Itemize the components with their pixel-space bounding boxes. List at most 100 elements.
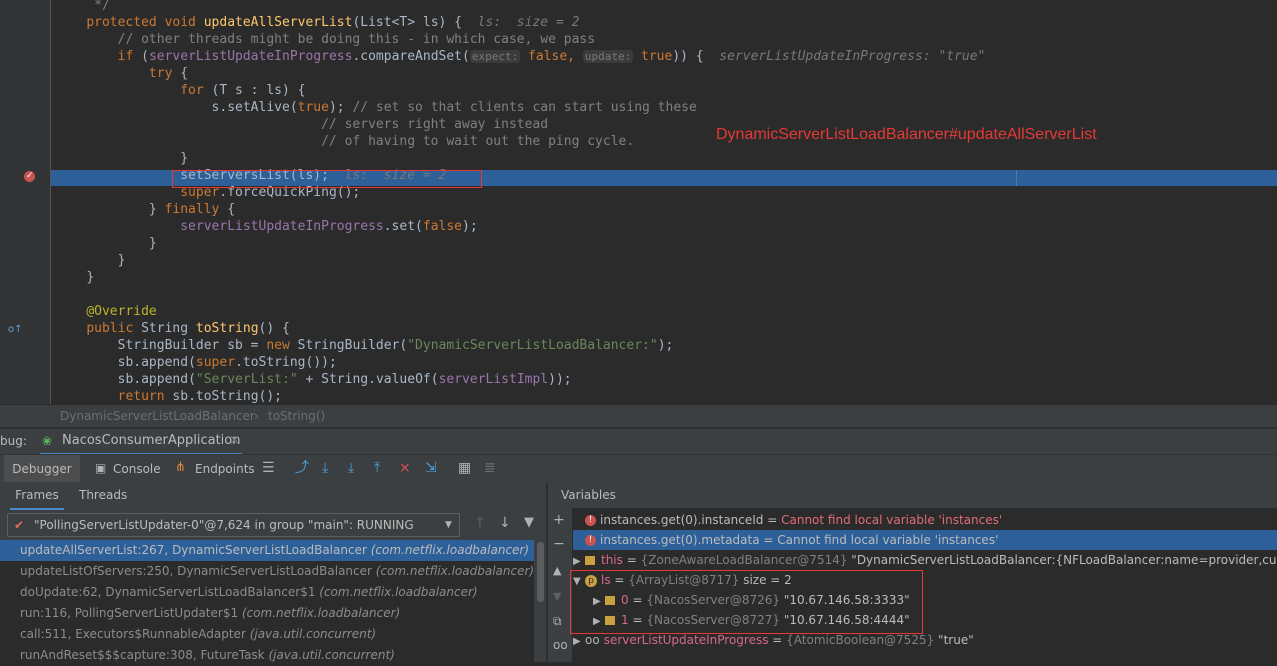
tab-debugger[interactable]: Debugger (4, 455, 80, 483)
expand-arrow-icon[interactable]: ▶ (573, 632, 585, 652)
step-out-icon[interactable]: ⤒ (374, 460, 380, 476)
frame-row[interactable]: updateListOfServers:250, DynamicServerLi… (0, 561, 534, 582)
filter-icon[interactable]: ▼ (524, 515, 534, 530)
code-line[interactable]: // servers right away instead (55, 116, 548, 133)
watch-row-instanceid[interactable]: ! instances.get(0).instanceId = Cannot fi… (573, 510, 1277, 530)
breadcrumb-method[interactable]: toString() (268, 405, 325, 427)
editor-gutter[interactable] (0, 0, 50, 404)
frame-row[interactable]: doUpdate:62, DynamicServerListLoadBalanc… (0, 582, 534, 603)
watches-glasses-icon[interactable]: oo (553, 638, 568, 652)
arrow-up-icon[interactable]: ↑ (474, 515, 486, 531)
show-execution-point-icon[interactable]: ⤴ (295, 460, 309, 476)
code-token: false, (520, 49, 583, 64)
code-token: expect: (469, 50, 521, 63)
add-watch-icon[interactable]: + (553, 512, 565, 528)
drop-frame-icon[interactable]: ⨯ (399, 460, 411, 476)
evaluate-expression-icon[interactable]: ▦ (458, 460, 471, 476)
code-line[interactable]: } finally { (55, 201, 235, 218)
watch-expr: instances.get(0).metadata (600, 533, 760, 547)
code-line[interactable]: } (55, 252, 126, 269)
code-line[interactable]: @Override (55, 303, 156, 320)
code-editor[interactable]: ✓ o↑ */ protected void updateAllServerLi… (0, 0, 1277, 404)
code-line[interactable]: public String toString() { (55, 320, 290, 337)
code-line[interactable]: } (55, 150, 188, 167)
code-token: true (297, 100, 329, 115)
code-line[interactable]: if (serverListUpdateInProgress.compareAn… (55, 48, 986, 65)
copy-icon[interactable]: ⧉ (553, 614, 562, 629)
code-line[interactable]: // of having to wait out the ping cycle. (55, 133, 634, 150)
variables-header: Variables (548, 482, 1277, 508)
move-down-icon[interactable]: ▼ (553, 590, 561, 603)
code-token: sb.toString(); (172, 389, 282, 404)
watch-error-msg: Cannot find local variable 'instances' (781, 513, 1003, 527)
code-line[interactable]: } (55, 269, 94, 286)
code-token: "ServerList:" (195, 372, 298, 387)
frames-panel: Frames Threads ✔ "PollingServerListUpdat… (0, 482, 546, 662)
code-token: // other threads might be doing this - i… (117, 32, 596, 47)
watch-eq: = (763, 513, 782, 527)
frame-row[interactable]: call:511, Executors$RunnableAdapter (jav… (0, 624, 534, 645)
thread-selector[interactable]: ✔ "PollingServerListUpdater-0"@7,624 in … (7, 513, 460, 537)
code-line[interactable]: } (55, 235, 157, 252)
tab-frames[interactable]: Frames (10, 482, 64, 510)
code-line[interactable]: try { (55, 65, 188, 82)
code-token: new (266, 338, 298, 353)
code-line[interactable]: for (T s : ls) { (55, 82, 305, 99)
spring-app-icon: ❀ (42, 434, 53, 448)
watch-eq: = (759, 533, 778, 547)
breadcrumb-class[interactable]: DynamicServerListLoadBalancer (60, 405, 255, 427)
code-token: serverListImpl (438, 372, 549, 387)
code-token: )) { (672, 49, 720, 64)
tab-threads[interactable]: Threads (79, 482, 127, 508)
code-token: .compareAndSet( (352, 49, 470, 64)
code-line[interactable]: protected void updateAllServerList(List<… (55, 14, 579, 31)
frame-row[interactable]: updateAllServerList:267, DynamicServerLi… (0, 540, 534, 561)
tab-endpoints[interactable]: Endpoints (195, 455, 255, 483)
run-to-cursor-icon[interactable]: ⇲ (425, 460, 437, 476)
code-line[interactable]: sb.append(super.toString()); (55, 354, 337, 371)
annotation-label: DynamicServerListLoadBalancer#updateAllS… (716, 126, 1097, 143)
frames-scrollbar[interactable] (535, 540, 546, 662)
right-margin-guide (1016, 170, 1017, 186)
tab-console[interactable]: Console (113, 455, 161, 483)
code-token: updateAllServerList (203, 15, 353, 30)
move-up-icon[interactable]: ▲ (553, 564, 561, 577)
code-token: StringBuilder sb = (117, 338, 267, 353)
scrollbar-thumb[interactable] (537, 542, 544, 602)
code-token: sb.append( (117, 355, 196, 370)
code-line[interactable]: // other threads might be doing this - i… (55, 31, 595, 48)
menu-icon[interactable]: ☰ (262, 460, 275, 476)
code-token: } (117, 253, 126, 268)
close-session-icon[interactable]: × (229, 433, 240, 448)
frame-method: updateListOfServers:250, DynamicServerLi… (20, 564, 376, 578)
watch-row-metadata[interactable]: ! instances.get(0).metadata = Cannot find… (573, 530, 1277, 550)
expand-arrow-icon[interactable]: ▶ (573, 552, 585, 572)
code-token: // servers right away instead (321, 117, 549, 132)
var-row-this[interactable]: ▶ this = {ZoneAwareLoadBalancer@7514} "Dy… (573, 550, 1277, 570)
code-line[interactable]: serverListUpdateInProgress.set(false); (55, 218, 477, 235)
trace-stream-icon[interactable]: ≣ (484, 460, 496, 476)
code-token: serverListUpdateInProgress (180, 219, 384, 234)
frame-row[interactable]: runAndReset$$$capture:308, FutureTask (j… (0, 645, 534, 666)
code-line[interactable]: sb.append("ServerList:" + String.valueOf… (55, 371, 572, 388)
code-line[interactable]: */ (55, 0, 110, 14)
code-line[interactable]: StringBuilder sb = new StringBuilder("Dy… (55, 337, 674, 354)
step-into-icon[interactable]: ⤓ (348, 460, 354, 476)
arrow-down-icon[interactable]: ↓ (499, 515, 511, 531)
frame-package: (java.util.concurrent) (249, 627, 377, 641)
code-line[interactable]: return sb.toString(); (55, 388, 282, 404)
frame-row[interactable]: run:116, PollingServerListUpdater$1 (com… (0, 603, 534, 624)
frame-package: (com.netflix.loadbalancer) (241, 606, 401, 620)
debug-session-tab[interactable]: NacosConsumerApplication (62, 433, 241, 448)
remove-watch-icon[interactable]: − (553, 536, 565, 552)
code-token: ( (141, 49, 149, 64)
code-line[interactable]: s.setAlive(true); // set so that clients… (55, 99, 697, 116)
override-marker-icon[interactable]: o↑ (8, 324, 23, 335)
step-over-icon[interactable]: ⤓ (322, 460, 328, 476)
